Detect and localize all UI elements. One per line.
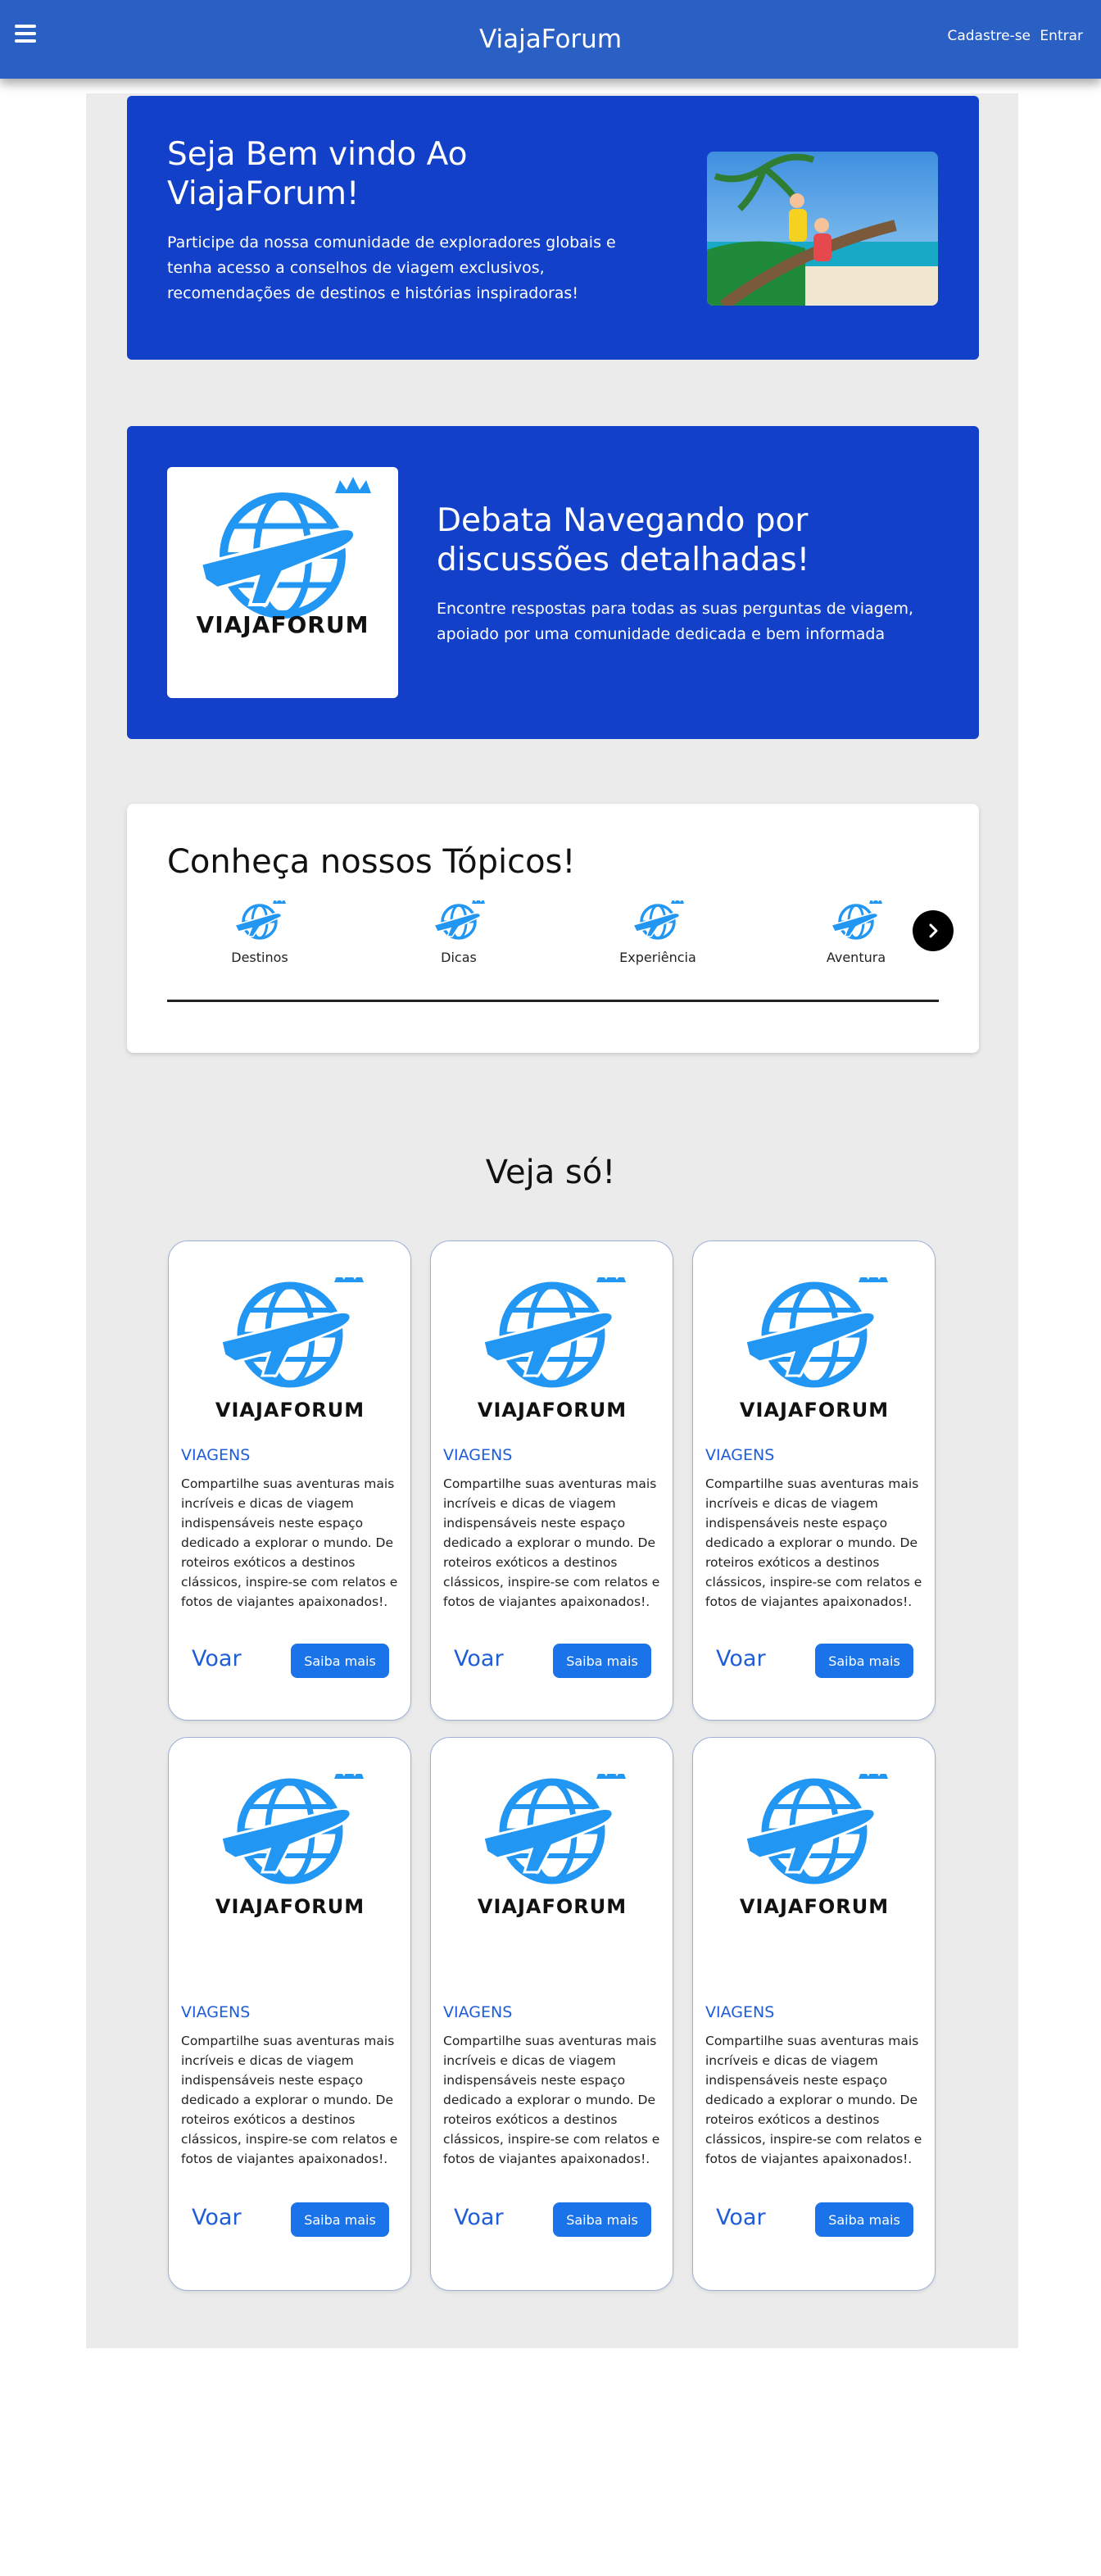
card-description: Compartilhe suas aventuras mais incrívei…: [443, 1476, 660, 1609]
debate-banner: VIAJAFORUM Debata Navegando por discussõ…: [127, 426, 979, 739]
logo-wordmark: VIAJAFORUM: [215, 1399, 365, 1422]
topic-label: Dicas: [441, 950, 477, 965]
globe-airplane-crown-icon: [220, 1766, 364, 1884]
globe-airplane-icon: [433, 897, 485, 940]
globe-airplane-crown-icon: [744, 1766, 888, 1884]
globe-airplane-crown-icon: [220, 1269, 364, 1388]
post-card: VIAJAFORUM VIAGENS Compartilhe suas aven…: [430, 1737, 673, 2291]
logo-wordmark: VIAJAFORUM: [196, 611, 369, 638]
topic-label: Experiência: [619, 950, 696, 965]
chevron-right-icon: [929, 923, 938, 938]
card-category: VIAGENS: [443, 1446, 513, 1464]
topics-next-button[interactable]: [913, 910, 954, 951]
viajaforum-logo: VIAJAFORUM: [461, 1766, 643, 1921]
globe-airplane-icon: [233, 897, 286, 940]
saiba-mais-button[interactable]: Saiba mais: [291, 1644, 389, 1678]
post-card: VIAJAFORUM VIAGENS Compartilhe suas aven…: [168, 1737, 411, 2291]
voar-link[interactable]: Voar: [716, 1646, 766, 1671]
voar-link[interactable]: Voar: [454, 1646, 504, 1671]
welcome-title: Seja Bem vindo Ao ViajaForum!: [167, 136, 468, 212]
viajaforum-logo: VIAJAFORUM: [461, 1269, 643, 1425]
viajaforum-logo: VIAJAFORUM: [723, 1269, 905, 1425]
viajaforum-logo: VIAJAFORUM: [167, 467, 398, 698]
viajaforum-logo: VIAJAFORUM: [199, 1269, 381, 1425]
card-category: VIAGENS: [705, 2003, 775, 2021]
logo-wordmark: VIAJAFORUM: [477, 1895, 628, 1918]
featured-title: Veja só!: [485, 1154, 616, 1191]
saiba-mais-button[interactable]: Saiba mais: [553, 1644, 651, 1678]
card-category: VIAGENS: [705, 1446, 775, 1464]
viajaforum-logo: VIAJAFORUM: [199, 1766, 381, 1921]
card-description: Compartilhe suas aventuras mais incrívei…: [705, 2034, 922, 2166]
topics-title: Conheça nossos Tópicos!: [167, 843, 576, 881]
voar-link[interactable]: Voar: [716, 2205, 766, 2230]
saiba-mais-button[interactable]: Saiba mais: [553, 2202, 651, 2237]
logo-wordmark: VIAJAFORUM: [477, 1399, 628, 1422]
topic-experiencia[interactable]: Experiência: [592, 897, 723, 965]
top-header: ViajaForum Cadastre-se Entrar: [0, 0, 1101, 79]
topic-aventura[interactable]: Aventura: [791, 897, 922, 965]
topics-card: Conheça nossos Tópicos! Destinos Dicas E…: [127, 804, 979, 1053]
topics-divider: [167, 1000, 939, 1002]
welcome-banner: Seja Bem vindo Ao ViajaForum! Participe …: [127, 96, 979, 360]
saiba-mais-button[interactable]: Saiba mais: [815, 1644, 913, 1678]
topic-label: Destinos: [231, 950, 288, 965]
site-brand[interactable]: ViajaForum: [0, 25, 1101, 54]
signup-link[interactable]: Cadastre-se: [947, 28, 1031, 44]
card-category: VIAGENS: [443, 2003, 513, 2021]
globe-airplane-icon: [632, 897, 684, 940]
post-card: VIAJAFORUM VIAGENS Compartilhe suas aven…: [430, 1240, 673, 1721]
topic-dicas[interactable]: Dicas: [393, 897, 524, 965]
logo-wordmark: VIAJAFORUM: [739, 1895, 890, 1918]
post-card: VIAJAFORUM VIAGENS Compartilhe suas aven…: [168, 1240, 411, 1721]
topic-destinos[interactable]: Destinos: [194, 897, 325, 965]
post-card: VIAJAFORUM VIAGENS Compartilhe suas aven…: [692, 1240, 936, 1721]
login-link[interactable]: Entrar: [1040, 28, 1083, 44]
saiba-mais-button[interactable]: Saiba mais: [815, 2202, 913, 2237]
globe-airplane-crown-icon: [198, 477, 371, 619]
topic-label: Aventura: [826, 950, 886, 965]
voar-link[interactable]: Voar: [192, 2205, 242, 2230]
logo-wordmark: VIAJAFORUM: [215, 1895, 365, 1918]
debate-text: Encontre respostas para todas as suas pe…: [437, 600, 914, 643]
card-category: VIAGENS: [181, 2003, 251, 2021]
card-description: Compartilhe suas aventuras mais incrívei…: [705, 1476, 922, 1609]
card-description: Compartilhe suas aventuras mais incrívei…: [181, 2034, 398, 2166]
viajaforum-logo: VIAJAFORUM: [723, 1766, 905, 1921]
logo-wordmark: VIAJAFORUM: [739, 1399, 890, 1422]
welcome-text: Participe da nossa comunidade de explora…: [167, 234, 616, 302]
saiba-mais-button[interactable]: Saiba mais: [291, 2202, 389, 2237]
card-description: Compartilhe suas aventuras mais incrívei…: [181, 1476, 398, 1609]
voar-link[interactable]: Voar: [454, 2205, 504, 2230]
auth-links: Cadastre-se Entrar: [942, 28, 1083, 44]
globe-airplane-icon: [830, 897, 882, 940]
globe-airplane-crown-icon: [482, 1269, 626, 1388]
globe-airplane-crown-icon: [744, 1269, 888, 1388]
globe-airplane-crown-icon: [482, 1766, 626, 1884]
voar-link[interactable]: Voar: [192, 1646, 242, 1671]
beach-photo: [707, 152, 938, 306]
post-card: VIAJAFORUM VIAGENS Compartilhe suas aven…: [692, 1737, 936, 2291]
card-description: Compartilhe suas aventuras mais incrívei…: [443, 2034, 660, 2166]
debate-title: Debata Navegando por discussões detalhad…: [437, 502, 810, 578]
card-category: VIAGENS: [181, 1446, 251, 1464]
